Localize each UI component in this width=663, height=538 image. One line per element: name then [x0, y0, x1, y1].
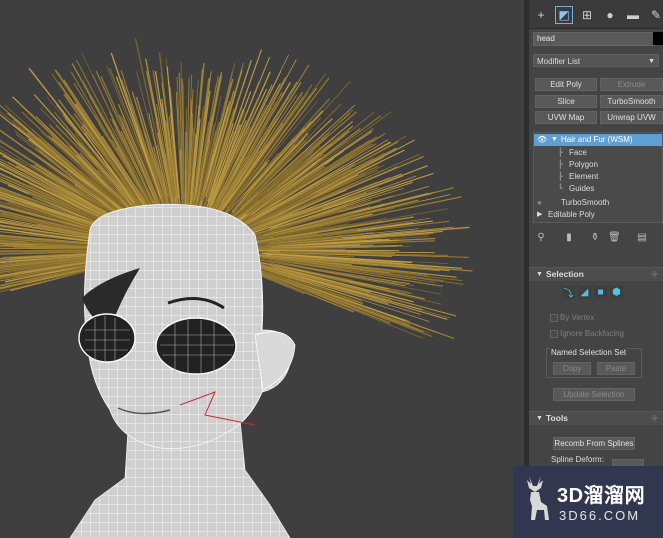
selection-rollout-header[interactable]: ▼ Selection ✚ — [529, 267, 663, 281]
spline-deform-label: Spline Deform: — [551, 455, 604, 464]
right-eye — [155, 317, 237, 375]
show-end-result-icon[interactable]: ▮ — [563, 232, 575, 246]
collapse-icon: ▼ — [536, 271, 543, 278]
unwrap-uvw-button[interactable]: Unwrap UVW — [600, 111, 663, 124]
rollout-title: Tools — [546, 413, 569, 423]
create-tab-icon[interactable]: + — [532, 6, 550, 24]
stack-subobject-polygon[interactable]: ┣ Polygon — [534, 159, 662, 171]
stack-item-label: TurboSmooth — [561, 198, 610, 207]
guides-icon[interactable]: ⤵ — [562, 286, 575, 300]
stack-item-label: Editable Poly — [548, 210, 595, 219]
element-icon[interactable]: ⬢ — [610, 286, 623, 299]
watermark-logo: 3D溜溜网 3D66.COM — [513, 466, 663, 538]
extrude-button[interactable]: Extrude — [600, 78, 663, 91]
rollout-title: Selection — [546, 269, 584, 279]
expand-triangle-icon[interactable]: ▼ — [551, 134, 558, 146]
update-selection-button[interactable]: Update Selection — [553, 388, 635, 401]
stack-item-label: Element — [569, 172, 599, 181]
polygon-icon[interactable]: ■ — [594, 286, 607, 299]
stack-item-turbosmooth[interactable]: ● TurboSmooth — [534, 197, 662, 209]
edit-poly-button[interactable]: Edit Poly — [535, 78, 597, 91]
pin-icon: ✚ — [651, 414, 658, 423]
make-unique-icon[interactable]: ⚱ — [589, 232, 601, 246]
remove-modifier-icon[interactable]: 🗑 — [608, 232, 621, 246]
command-panel: + ◩ ⊞ ● ▬ ✎ head Modifier List ▼ Edit Po… — [529, 0, 663, 538]
stack-item-editable-poly[interactable]: ▶ Editable Poly — [534, 209, 662, 221]
uvw-map-button[interactable]: UVW Map — [535, 111, 597, 124]
expand-triangle-icon[interactable]: ▶ — [537, 209, 542, 221]
ignore-backfacing-checkbox[interactable] — [550, 330, 558, 338]
stack-item-hair-and-fur[interactable]: 👁 ▼ Hair and Fur (WSM) — [534, 134, 662, 146]
by-vertex-checkbox[interactable] — [550, 314, 558, 322]
deer-logo-icon — [527, 476, 549, 520]
stack-item-label: Polygon — [569, 160, 598, 169]
chevron-down-icon: ▼ — [648, 58, 655, 65]
copy-button[interactable]: Copy — [553, 362, 591, 375]
watermark-url: 3D66.COM — [559, 508, 641, 523]
slice-button[interactable]: Slice — [535, 95, 597, 108]
by-vertex-label: By Vertex — [560, 313, 595, 322]
paste-button[interactable]: Paste — [597, 362, 635, 375]
eye-icon[interactable]: ● — [537, 197, 542, 209]
eye-icon[interactable]: 👁 — [537, 134, 547, 146]
named-selection-title: Named Selection Set — [550, 348, 628, 357]
stack-toolbar: ⚲ ▮ ⚱ 🗑 ▤ — [533, 232, 663, 246]
collapse-icon: ▼ — [536, 415, 543, 422]
watermark-brand: 3D溜溜网 — [557, 485, 646, 507]
stack-item-label: Face — [569, 148, 587, 157]
viewport-scene — [0, 38, 473, 538]
motion-tab-icon[interactable]: ● — [601, 6, 619, 24]
ignore-backfacing-label: Ignore Backfacing — [560, 329, 625, 338]
hierarchy-tab-icon[interactable]: ⊞ — [578, 6, 596, 24]
modifier-stack[interactable]: 👁 ▼ Hair and Fur (WSM) ┣ Face ┣ Polygon … — [533, 132, 663, 223]
stack-item-label: Hair and Fur (WSM) — [561, 135, 633, 144]
object-color-swatch[interactable] — [653, 32, 663, 45]
stack-item-label: Guides — [569, 184, 595, 193]
object-name-field[interactable]: head — [533, 32, 655, 46]
stack-subobject-element[interactable]: ┣ Element — [534, 171, 662, 183]
face-icon[interactable]: ◢ — [578, 286, 591, 299]
recomb-from-splines-button[interactable]: Recomb From Splines — [553, 437, 635, 450]
display-tab-icon[interactable]: ▬ — [624, 6, 642, 24]
configure-sets-icon[interactable]: ▤ — [636, 232, 648, 246]
utilities-tab-icon[interactable]: ✎ — [647, 6, 663, 24]
command-panel-tabs: + ◩ ⊞ ● ▬ ✎ — [529, 0, 663, 29]
modifier-list-label: Modifier List — [537, 57, 581, 66]
pin-stack-icon[interactable]: ⚲ — [535, 232, 547, 246]
tools-rollout-header[interactable]: ▼ Tools ✚ — [529, 411, 663, 425]
stack-subobject-face[interactable]: ┣ Face — [534, 147, 662, 159]
modify-tab-icon[interactable]: ◩ — [555, 6, 573, 24]
hair-strand — [184, 131, 187, 216]
stack-subobject-guides[interactable]: ┗ Guides — [534, 183, 662, 195]
turbosmooth-button[interactable]: TurboSmooth — [600, 95, 663, 108]
perspective-viewport[interactable] — [0, 0, 524, 538]
pin-icon: ✚ — [651, 270, 658, 279]
modifier-list-dropdown[interactable]: Modifier List ▼ — [533, 54, 659, 67]
left-eye — [78, 313, 136, 363]
